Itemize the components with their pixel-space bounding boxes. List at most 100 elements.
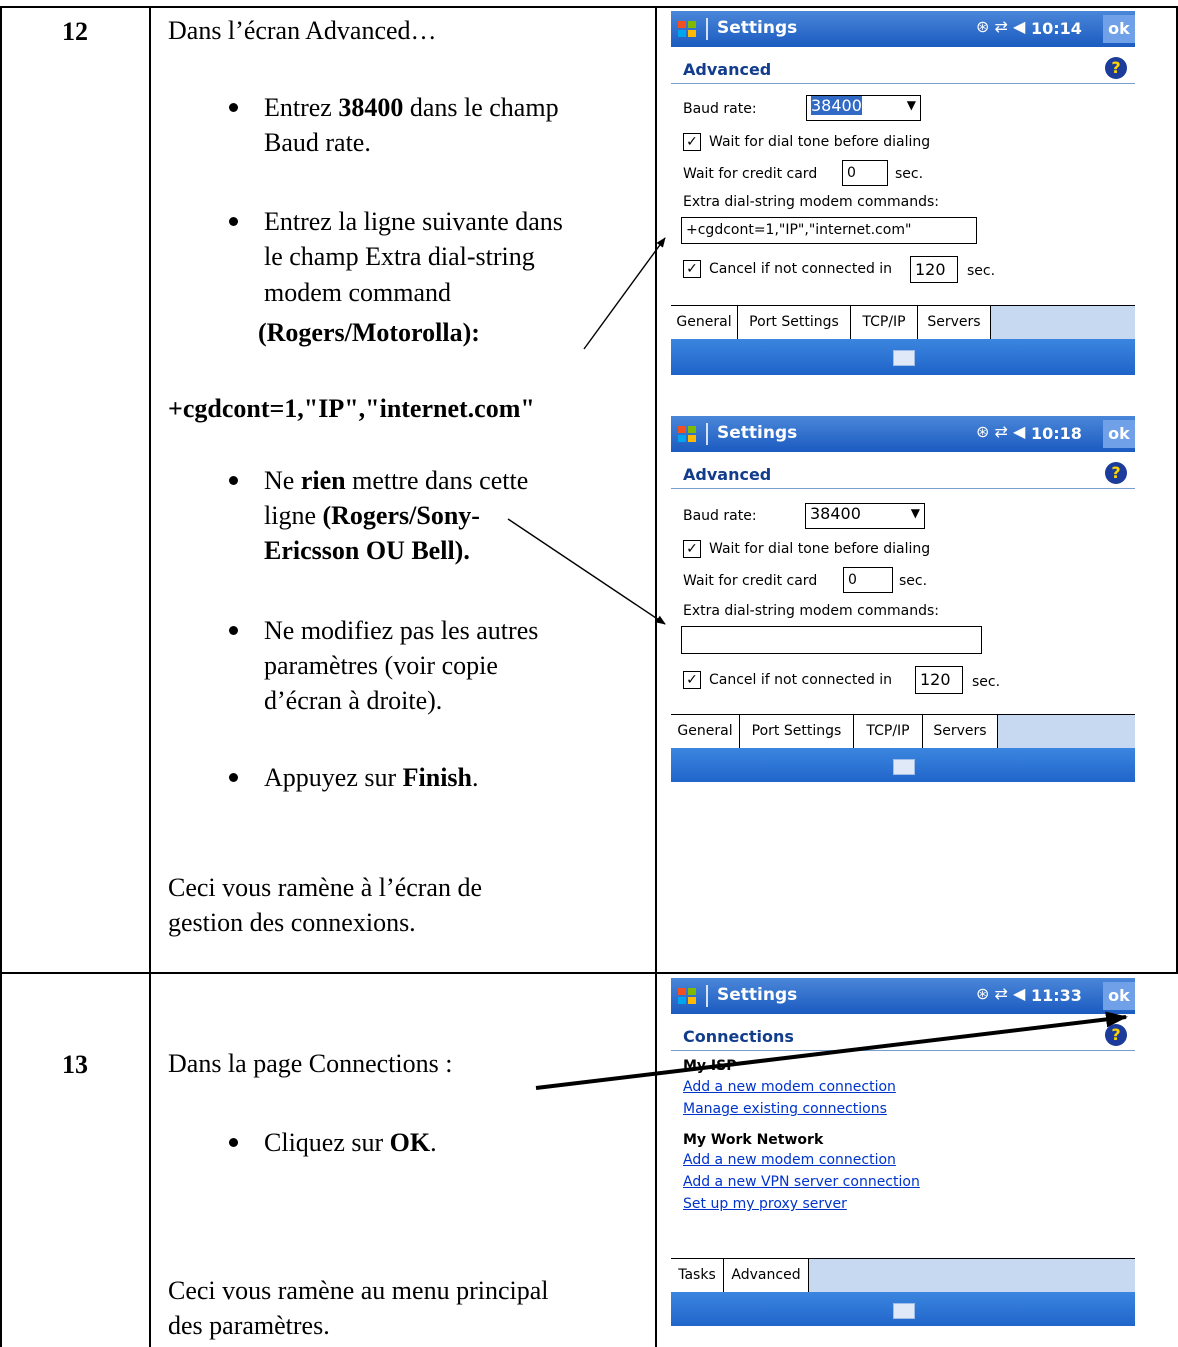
chevron-down-icon: ▼ bbox=[906, 98, 916, 112]
wait-dial-label: Wait for dial tone before dialing bbox=[709, 134, 931, 150]
wait-dial-label: Wait for dial tone before dialing bbox=[709, 541, 931, 557]
baud-rate-select[interactable]: 38400 ▼ bbox=[805, 503, 925, 529]
clock[interactable]: 10:14 bbox=[1031, 19, 1082, 38]
status-icons[interactable]: ⊛ ⇄ ◀ bbox=[976, 17, 1025, 36]
step-intro: Dans l’écran Advanced… bbox=[168, 16, 437, 45]
bullet bbox=[229, 217, 238, 226]
wait-dial-checkbox[interactable]: ✓ bbox=[683, 133, 701, 151]
keyboard-icon[interactable] bbox=[893, 350, 915, 366]
title-separator bbox=[706, 423, 708, 445]
baud-rate-label: Baud rate: bbox=[683, 101, 757, 117]
title-text: Settings bbox=[717, 18, 798, 38]
wait-dial-checkbox[interactable]: ✓ bbox=[683, 540, 701, 558]
pocketpc-screen-advanced-1: Settings ⊛ ⇄ ◀ 10:14 ok Advanced ? Baud … bbox=[671, 11, 1135, 375]
tab-servers[interactable]: Servers bbox=[923, 715, 998, 748]
title-separator bbox=[706, 985, 708, 1007]
tab-general[interactable]: General bbox=[671, 715, 740, 748]
heading-rule bbox=[671, 1050, 1135, 1051]
column-divider bbox=[149, 6, 151, 1347]
keyboard-icon[interactable] bbox=[893, 759, 915, 775]
title-bar: Settings ⊛ ⇄ ◀ 11:33 ok bbox=[671, 978, 1135, 1014]
windows-logo-icon[interactable] bbox=[675, 19, 703, 39]
help-icon[interactable]: ? bbox=[1105, 57, 1127, 79]
section-title-work: My Work Network bbox=[683, 1132, 824, 1148]
sec-label: sec. bbox=[967, 263, 996, 279]
instruction-text: ligne (Rogers/Sony- bbox=[264, 501, 480, 530]
tab-port-settings[interactable]: Port Settings bbox=[738, 306, 851, 339]
instruction-text: Ericsson OU Bell). bbox=[264, 536, 470, 565]
link-isp-add-modem[interactable]: Add a new modem connection bbox=[683, 1079, 896, 1095]
wait-card-input[interactable]: 0 bbox=[842, 160, 888, 186]
instruction-text: Cliquez sur OK. bbox=[264, 1128, 437, 1157]
cancel-input[interactable]: 120 bbox=[915, 666, 963, 694]
sec-label: sec. bbox=[899, 573, 928, 589]
bullet bbox=[229, 476, 238, 485]
screen-heading: Advanced bbox=[683, 465, 772, 484]
outro-text: Ceci vous ramène à l’écran de bbox=[168, 873, 483, 902]
heading-rule bbox=[671, 488, 1135, 489]
windows-logo-icon[interactable] bbox=[675, 424, 703, 444]
table-left-border bbox=[0, 6, 2, 1347]
instruction-text: Ne rien mettre dans cette bbox=[264, 466, 529, 495]
instruction-text: Entrez la ligne suivante dans bbox=[264, 207, 563, 236]
baud-rate-label: Baud rate: bbox=[683, 508, 757, 524]
link-work-add-modem[interactable]: Add a new modem connection bbox=[683, 1152, 896, 1168]
tab-bar: General Port Settings TCP/IP Servers bbox=[671, 305, 1135, 340]
clock[interactable]: 10:18 bbox=[1031, 424, 1082, 443]
bottom-bar bbox=[671, 1292, 1135, 1326]
step-number: 12 bbox=[62, 17, 88, 46]
ok-button[interactable]: ok bbox=[1103, 15, 1135, 43]
title-text: Settings bbox=[717, 423, 798, 443]
bullet bbox=[229, 103, 238, 112]
cancel-checkbox[interactable]: ✓ bbox=[683, 671, 701, 689]
clock[interactable]: 11:33 bbox=[1031, 986, 1082, 1005]
cancel-label: Cancel if not connected in bbox=[709, 261, 893, 277]
link-work-add-vpn[interactable]: Add a new VPN server connection bbox=[683, 1174, 920, 1190]
ok-button[interactable]: ok bbox=[1103, 982, 1135, 1010]
outro-text: des paramètres. bbox=[168, 1311, 330, 1340]
tab-tasks[interactable]: Tasks bbox=[671, 1259, 724, 1292]
windows-logo-icon[interactable] bbox=[675, 986, 703, 1006]
link-work-proxy[interactable]: Set up my proxy server bbox=[683, 1196, 847, 1212]
instruction-text: Ne modifiez pas les autres bbox=[264, 616, 539, 645]
step-intro: Dans la page Connections : bbox=[168, 1049, 453, 1078]
cancel-input[interactable]: 120 bbox=[910, 256, 958, 283]
baud-rate-select[interactable]: 38400 ▼ bbox=[806, 95, 921, 121]
link-isp-manage[interactable]: Manage existing connections bbox=[683, 1101, 887, 1117]
heading-rule bbox=[671, 83, 1135, 84]
help-icon[interactable]: ? bbox=[1105, 1024, 1127, 1046]
tab-general[interactable]: General bbox=[671, 306, 738, 339]
ok-button[interactable]: ok bbox=[1103, 420, 1135, 448]
bullet bbox=[229, 626, 238, 635]
instruction-text: d’écran à droite). bbox=[264, 686, 443, 715]
section-title-isp: My ISP bbox=[683, 1058, 737, 1074]
extra-dial-input[interactable]: +cgdcont=1,"IP","internet.com" bbox=[681, 217, 977, 244]
tab-servers[interactable]: Servers bbox=[918, 306, 991, 339]
tab-port-settings[interactable]: Port Settings bbox=[740, 715, 854, 748]
instruction-text: (Rogers/Motorolla): bbox=[258, 318, 480, 347]
status-icons[interactable]: ⊛ ⇄ ◀ bbox=[976, 422, 1025, 441]
extra-dial-label: Extra dial-string modem commands: bbox=[683, 194, 940, 210]
extra-dial-label: Extra dial-string modem commands: bbox=[683, 603, 940, 619]
command-text: +cgdcont=1,"IP","internet.com" bbox=[168, 394, 535, 423]
tab-tcp-ip[interactable]: TCP/IP bbox=[854, 715, 923, 748]
tab-advanced[interactable]: Advanced bbox=[724, 1259, 809, 1292]
instruction-text: paramètres (voir copie bbox=[264, 651, 498, 680]
outro-text: gestion des connexions. bbox=[168, 908, 416, 937]
cancel-label: Cancel if not connected in bbox=[709, 672, 893, 688]
wait-card-input[interactable]: 0 bbox=[843, 567, 893, 593]
bottom-bar bbox=[671, 748, 1135, 782]
tab-tcp-ip[interactable]: TCP/IP bbox=[851, 306, 918, 339]
help-icon[interactable]: ? bbox=[1105, 462, 1127, 484]
pocketpc-screen-connections: Settings ⊛ ⇄ ◀ 11:33 ok Connections ? My… bbox=[671, 978, 1135, 1326]
baud-rate-value: 38400 bbox=[810, 504, 861, 523]
wait-card-label: Wait for credit card bbox=[683, 573, 818, 589]
keyboard-icon[interactable] bbox=[893, 1303, 915, 1319]
extra-dial-input[interactable] bbox=[681, 626, 982, 654]
screen-heading: Connections bbox=[683, 1027, 794, 1046]
instruction-text: Baud rate. bbox=[264, 128, 371, 157]
status-icons[interactable]: ⊛ ⇄ ◀ bbox=[976, 984, 1025, 1003]
baud-rate-value: 38400 bbox=[811, 96, 862, 115]
cancel-checkbox[interactable]: ✓ bbox=[683, 260, 701, 278]
chevron-down-icon: ▼ bbox=[910, 506, 920, 520]
